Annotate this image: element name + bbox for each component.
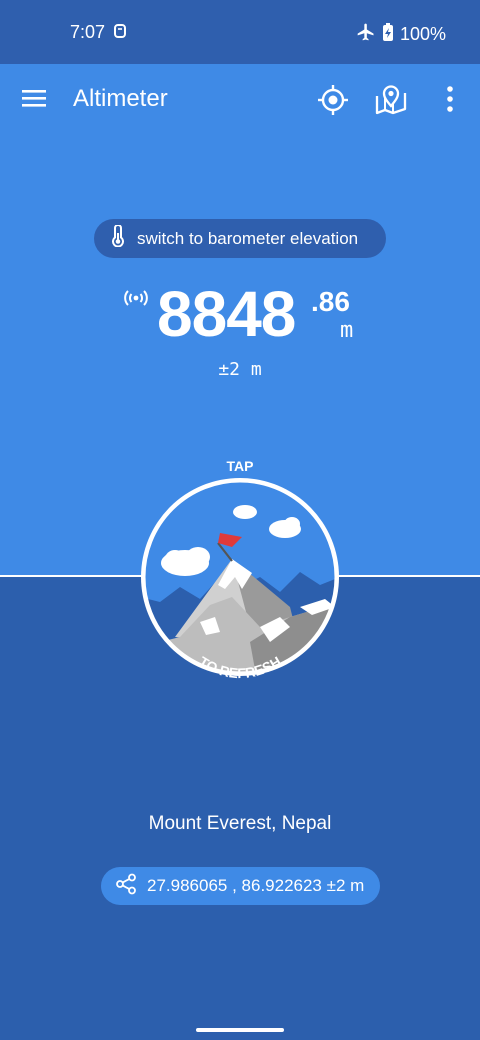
barometer-toggle-button[interactable]: switch to barometer elevation <box>94 219 386 258</box>
elevation-value: 8848 <box>157 278 296 350</box>
tap-label: TAP <box>226 458 254 474</box>
location-name: Mount Everest, Nepal <box>148 813 332 834</box>
map-icon[interactable] <box>374 84 408 121</box>
svg-text:TO REFRESH: TO REFRESH <box>196 653 284 681</box>
airplane-mode-icon <box>356 22 376 47</box>
status-bar: 7:07 100% <box>0 0 480 64</box>
thermometer-icon <box>111 224 125 252</box>
status-time: 7:07 <box>70 22 106 42</box>
elevation-unit: m <box>340 318 354 343</box>
elevation-accuracy: ±2 m <box>218 359 262 380</box>
locate-icon[interactable] <box>317 84 349 121</box>
gesture-nav-handle[interactable] <box>196 1028 284 1032</box>
status-right: 100% <box>356 22 446 47</box>
more-icon[interactable] <box>440 84 460 121</box>
gps-signal-icon <box>124 290 148 311</box>
app-bar: Altimeter <box>0 64 480 136</box>
refresh-label-arc: TO REFRESH <box>196 653 284 681</box>
coordinates-label: 27.986065 , 86.922623 ±2 m <box>147 876 365 895</box>
barometer-toggle-label: switch to barometer elevation <box>137 228 359 248</box>
battery-percent: 100% <box>399 24 446 44</box>
elevation-decimal: .86 <box>311 286 350 317</box>
share-coordinates-button[interactable]: 27.986065 , 86.922623 ±2 m <box>101 867 380 905</box>
app-notification-icon <box>113 22 127 45</box>
share-icon <box>115 873 137 900</box>
menu-icon[interactable] <box>22 88 46 113</box>
refresh-label: TO REFRESH <box>196 653 284 681</box>
app-title: Altimeter <box>73 85 168 112</box>
battery-charging-icon <box>382 22 394 47</box>
